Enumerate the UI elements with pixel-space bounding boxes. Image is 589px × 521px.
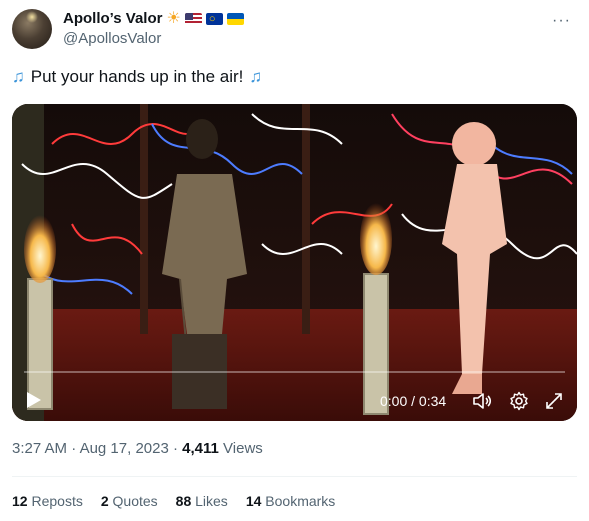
likes-stat[interactable]: 88 Likes xyxy=(176,493,228,509)
us-flag-icon xyxy=(184,13,202,25)
settings-gear-icon[interactable] xyxy=(509,391,529,411)
video-controls: 0:00 / 0:34 xyxy=(12,369,577,421)
tweet-date[interactable]: Aug 17, 2023 xyxy=(80,440,169,457)
volume-icon[interactable] xyxy=(472,391,492,411)
fullscreen-icon[interactable] xyxy=(544,391,564,411)
music-notes-icon: ♫ xyxy=(12,67,25,86)
author-handle[interactable]: @ApollosValor xyxy=(63,30,161,48)
avatar[interactable] xyxy=(12,9,52,49)
tweet-time[interactable]: 3:27 AM xyxy=(12,440,67,457)
divider xyxy=(12,476,577,477)
reposts-count: 12 xyxy=(12,493,28,509)
reposts-label: Reposts xyxy=(31,493,83,509)
ukraine-flag-icon xyxy=(226,13,244,25)
bookmarks-stat[interactable]: 14 Bookmarks xyxy=(246,493,336,509)
views-count: 4,411 xyxy=(182,440,219,457)
video-time: 0:00 / 0:34 xyxy=(380,393,447,409)
bookmarks-count: 14 xyxy=(245,493,262,509)
bookmarks-label: Bookmarks xyxy=(265,493,336,509)
likes-label: Likes xyxy=(195,493,228,509)
views-label: Views xyxy=(223,440,263,457)
author-name-row[interactable]: Apollo’s Valor ☀ xyxy=(63,10,244,28)
eu-flag-icon xyxy=(205,13,223,25)
likes-count: 88 xyxy=(175,493,192,509)
tweet-body: Put your hands up in the air! xyxy=(30,67,244,86)
more-options-icon[interactable]: ··· xyxy=(552,12,571,30)
quotes-label: Quotes xyxy=(112,493,158,509)
reposts-stat[interactable]: 12 Reposts xyxy=(12,493,83,509)
quotes-count: 2 xyxy=(100,493,109,509)
play-icon[interactable] xyxy=(26,391,42,409)
meta-separator: · xyxy=(172,440,178,457)
sun-icon: ☀ xyxy=(166,10,181,27)
music-notes-icon: ♫ xyxy=(249,67,263,86)
engagement-stats: 12 Reposts 2 Quotes 88 Likes 14 Bookmark… xyxy=(12,493,335,509)
video-progress-bar[interactable] xyxy=(24,371,565,373)
quotes-stat[interactable]: 2 Quotes xyxy=(101,493,158,509)
video-player[interactable]: 0:00 / 0:34 xyxy=(12,104,577,421)
tweet-metadata: 3:27 AM · Aug 17, 2023 · 4,411 Views xyxy=(12,440,263,458)
tweet-text: ♫ Put your hands up in the air! ♫ xyxy=(12,66,262,88)
author-display-name[interactable]: Apollo’s Valor xyxy=(63,10,162,28)
meta-separator: · xyxy=(71,440,77,457)
